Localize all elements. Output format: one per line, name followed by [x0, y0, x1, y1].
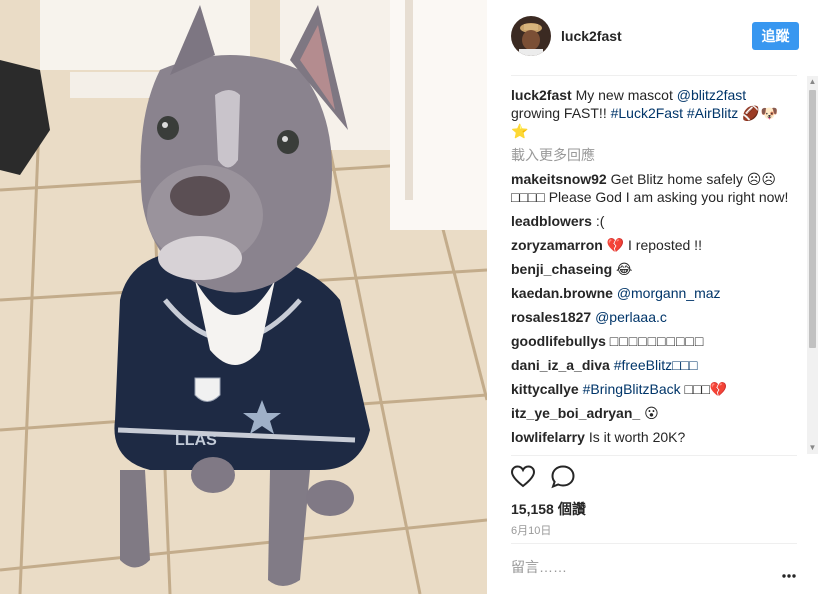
scroll-up-arrow-icon[interactable]: ▲	[807, 76, 818, 88]
caption-text: My new mascot	[575, 87, 677, 103]
heart-icon[interactable]	[510, 464, 536, 490]
comment-username[interactable]: itz_ye_boi_adryan_	[511, 405, 640, 421]
scroll-down-arrow-icon[interactable]: ▼	[807, 442, 818, 454]
list-item: makeitsnow92 Get Blitz home safely ☹☹ □□…	[511, 170, 789, 206]
list-item: itz_ye_boi_adryan_ 😮	[511, 404, 789, 422]
comment-hashtag[interactable]: #freeBlitz□□□	[614, 357, 698, 373]
comment-username[interactable]: kaedan.browne	[511, 285, 613, 301]
comment-username[interactable]: benji_chaseing	[511, 261, 612, 277]
header-divider	[511, 75, 797, 76]
comment-mention[interactable]: @morgann_maz	[617, 285, 721, 301]
comment-username[interactable]: rosales1827	[511, 309, 591, 325]
comments-scrollbar[interactable]: ▲ ▼	[807, 76, 818, 454]
comment-mention[interactable]: @perlaaa.c	[595, 309, 667, 325]
comment-username[interactable]: goodlifebullys	[511, 333, 606, 349]
comment-text: □□□💔	[684, 381, 728, 397]
caption-mention[interactable]: @blitz2fast	[677, 87, 746, 103]
comment-username[interactable]: makeitsnow92	[511, 171, 607, 187]
footer-divider	[511, 543, 797, 544]
add-comment-input[interactable]: 留言……	[511, 557, 567, 577]
comment-text: :(	[595, 213, 605, 229]
scroll-thumb[interactable]	[809, 90, 816, 348]
list-item: zoryzamarron 💔 I reposted !!	[511, 236, 789, 254]
likes-number: 15,158	[511, 501, 554, 517]
list-item: benji_chaseing 😂	[511, 260, 789, 278]
comment-username[interactable]: lowlifelarry	[511, 429, 585, 445]
list-item: rosales1827 @perlaaa.c	[511, 308, 789, 326]
caption: luck2fast My new mascot @blitz2fast grow…	[511, 86, 789, 140]
comment-text: □□□□□□□□□□	[609, 333, 705, 349]
list-item: lowlifelarry Is it worth 20K?	[511, 428, 789, 446]
comment-text: 😮	[644, 405, 659, 421]
comment-text: Is it worth 20K?	[588, 429, 686, 445]
comment-username[interactable]: leadblowers	[511, 213, 592, 229]
post-actions	[510, 464, 576, 492]
comments-divider	[511, 455, 797, 456]
caption-hashtag-airblitz[interactable]: #AirBlitz	[687, 105, 738, 121]
more-options-icon[interactable]	[782, 566, 796, 578]
list-item: leadblowers :(	[511, 212, 789, 230]
comment-icon[interactable]	[550, 464, 576, 490]
list-item: kittycallye #BringBlitzBack □□□💔	[511, 380, 789, 398]
list-item: dani_iz_a_diva #freeBlitz□□□	[511, 356, 789, 374]
post-date[interactable]: 6月10日	[511, 522, 551, 538]
post-photo[interactable]: LLAS	[0, 0, 487, 594]
list-item: goodlifebullys □□□□□□□□□□	[511, 332, 789, 350]
likes-label: 個讚	[557, 501, 586, 517]
comment-username[interactable]: zoryzamarron	[511, 237, 603, 253]
follow-button[interactable]: 追蹤	[752, 22, 799, 50]
post-header: luck2fast 追蹤	[511, 16, 799, 56]
caption-username[interactable]: luck2fast	[511, 87, 572, 103]
caption-text-2: growing FAST!!	[511, 105, 611, 121]
caption-hashtag-luck2fast[interactable]: #Luck2Fast	[611, 105, 683, 121]
likes-count[interactable]: 15,158 個讚	[511, 499, 586, 519]
svg-text:LLAS: LLAS	[175, 432, 217, 449]
comment-text: 💔 I reposted !!	[606, 237, 702, 253]
comment-text: 😂	[616, 261, 633, 277]
avatar[interactable]	[511, 16, 551, 56]
comments-list: luck2fast My new mascot @blitz2fast grow…	[511, 86, 789, 454]
comment-username[interactable]: dani_iz_a_diva	[511, 357, 610, 373]
load-more-comments-link[interactable]: 載入更多回應	[511, 146, 789, 164]
comment-hashtag[interactable]: #BringBlitzBack	[583, 381, 681, 397]
post-username[interactable]: luck2fast	[561, 28, 622, 44]
list-item: kaedan.browne @morgann_maz	[511, 284, 789, 302]
comment-username[interactable]: kittycallye	[511, 381, 579, 397]
